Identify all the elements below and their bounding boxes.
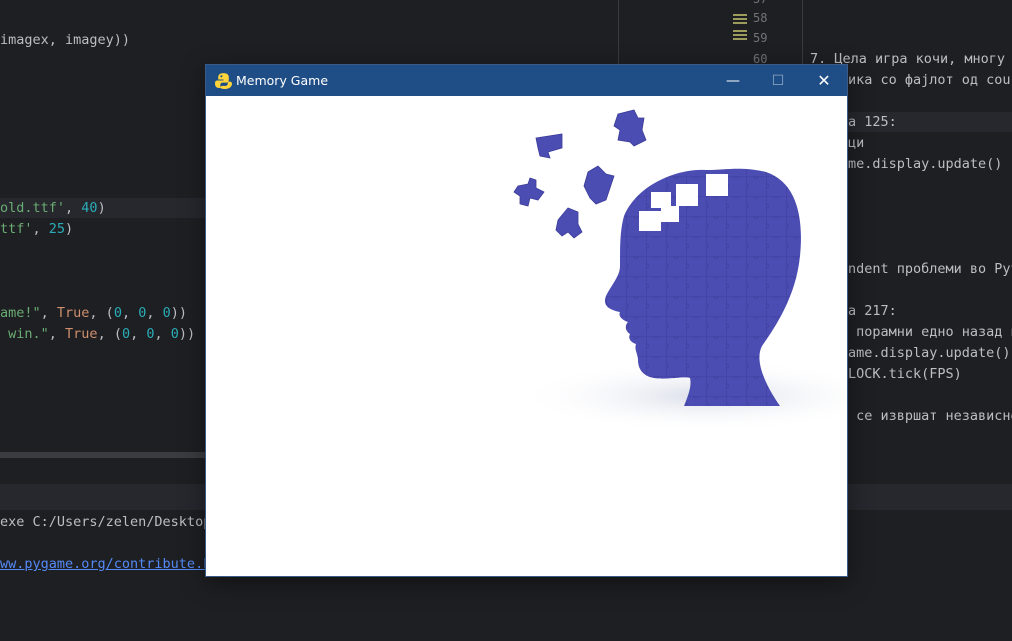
gutter-line-number: 58: [753, 11, 768, 25]
floating-puzzle-piece: [613, 109, 647, 147]
pygame-snake-icon: [215, 73, 232, 89]
missing-piece-gap: [639, 211, 661, 231]
code-token: ,: [130, 326, 147, 342]
missing-piece-gap: [661, 206, 679, 222]
notes-line[interactable]: порамни едно назад н: [848, 323, 1012, 341]
code-line-5[interactable]: win.", True, (0, 0, 0)): [0, 325, 195, 343]
code-token: )): [178, 326, 196, 342]
code-token: 25: [48, 221, 66, 237]
code-token: ,: [32, 221, 49, 237]
code-token: imagex, imagey)): [0, 32, 131, 48]
close-button[interactable]: ✕: [801, 65, 847, 96]
terminal-path: exe C:/Users/zelen/Desktop/: [0, 514, 220, 530]
window-titlebar[interactable]: Memory Game — ☐ ✕: [206, 65, 847, 96]
code-token: 0: [146, 326, 155, 342]
notes-line[interactable]: ци: [848, 134, 864, 152]
gutter-line-number: 57: [753, 0, 767, 6]
notes-line[interactable]: се извршат независно: [848, 407, 1012, 425]
gutter-line-number: 60: [753, 52, 768, 66]
floating-puzzle-piece: [535, 133, 563, 159]
code-token: ,: [40, 305, 57, 321]
notes-line[interactable]: а 217:: [848, 302, 897, 320]
gutter-line-number: 59: [753, 31, 768, 45]
code-token: , (: [97, 326, 122, 342]
game-window: Memory Game — ☐ ✕: [206, 65, 847, 576]
code-token: ): [97, 200, 106, 216]
code-token: 0: [170, 326, 179, 342]
floating-puzzle-piece: [583, 165, 615, 205]
code-token: , (: [89, 305, 114, 321]
window-title: Memory Game: [236, 73, 329, 88]
code-token: ame!": [0, 305, 41, 321]
code-line-2[interactable]: old.ttf', 40): [0, 199, 106, 217]
editor-scrollbar[interactable]: [0, 452, 206, 458]
notes-line[interactable]: LOCK.tick(FPS): [848, 365, 962, 383]
maximize-button[interactable]: ☐: [755, 65, 801, 96]
code-line-4[interactable]: ame!", True, (0, 0, 0)): [0, 304, 187, 322]
puzzle-head-image: [513, 109, 847, 432]
code-token: 0: [162, 305, 171, 321]
code-token: 0: [113, 305, 122, 321]
notes-line[interactable]: ика со фајлот од cour: [848, 71, 1012, 89]
missing-piece-gap: [706, 174, 728, 196]
code-line-1[interactable]: imagex, imagey)): [0, 31, 130, 49]
missing-piece-gap: [651, 192, 671, 208]
code-token: True: [65, 326, 98, 342]
notes-line[interactable]: me.display.update(): [848, 155, 1002, 173]
code-token: 0: [121, 326, 131, 342]
game-canvas[interactable]: [206, 96, 847, 576]
code-token: True: [56, 305, 90, 321]
notes-line[interactable]: а 125:: [848, 113, 897, 131]
code-token: )): [170, 305, 188, 321]
code-line-3[interactable]: ttf', 25): [0, 220, 73, 238]
floating-puzzle-piece: [513, 177, 545, 207]
code-token: ): [65, 221, 74, 237]
code-token: ,: [154, 326, 171, 342]
code-token: ,: [48, 326, 66, 342]
code-token: win.": [0, 326, 49, 342]
code-token: ,: [146, 305, 163, 321]
minimize-button[interactable]: —: [710, 65, 756, 96]
terminal-link[interactable]: ww.pygame.org/contribute.ht: [0, 555, 219, 573]
floating-puzzle-piece: [555, 207, 583, 239]
notes-line[interactable]: ame.display.update(): [848, 344, 1011, 362]
code-token: old.ttf': [0, 200, 66, 216]
notes-line[interactable]: ndent проблеми во Pyth: [848, 260, 1012, 278]
code-token: 40: [81, 200, 98, 216]
code-token: ,: [65, 200, 82, 216]
missing-piece-gap: [676, 184, 698, 206]
code-token: ,: [121, 305, 139, 321]
gutter-fold-icon[interactable]: [733, 12, 747, 60]
code-token: ttf': [0, 221, 33, 237]
